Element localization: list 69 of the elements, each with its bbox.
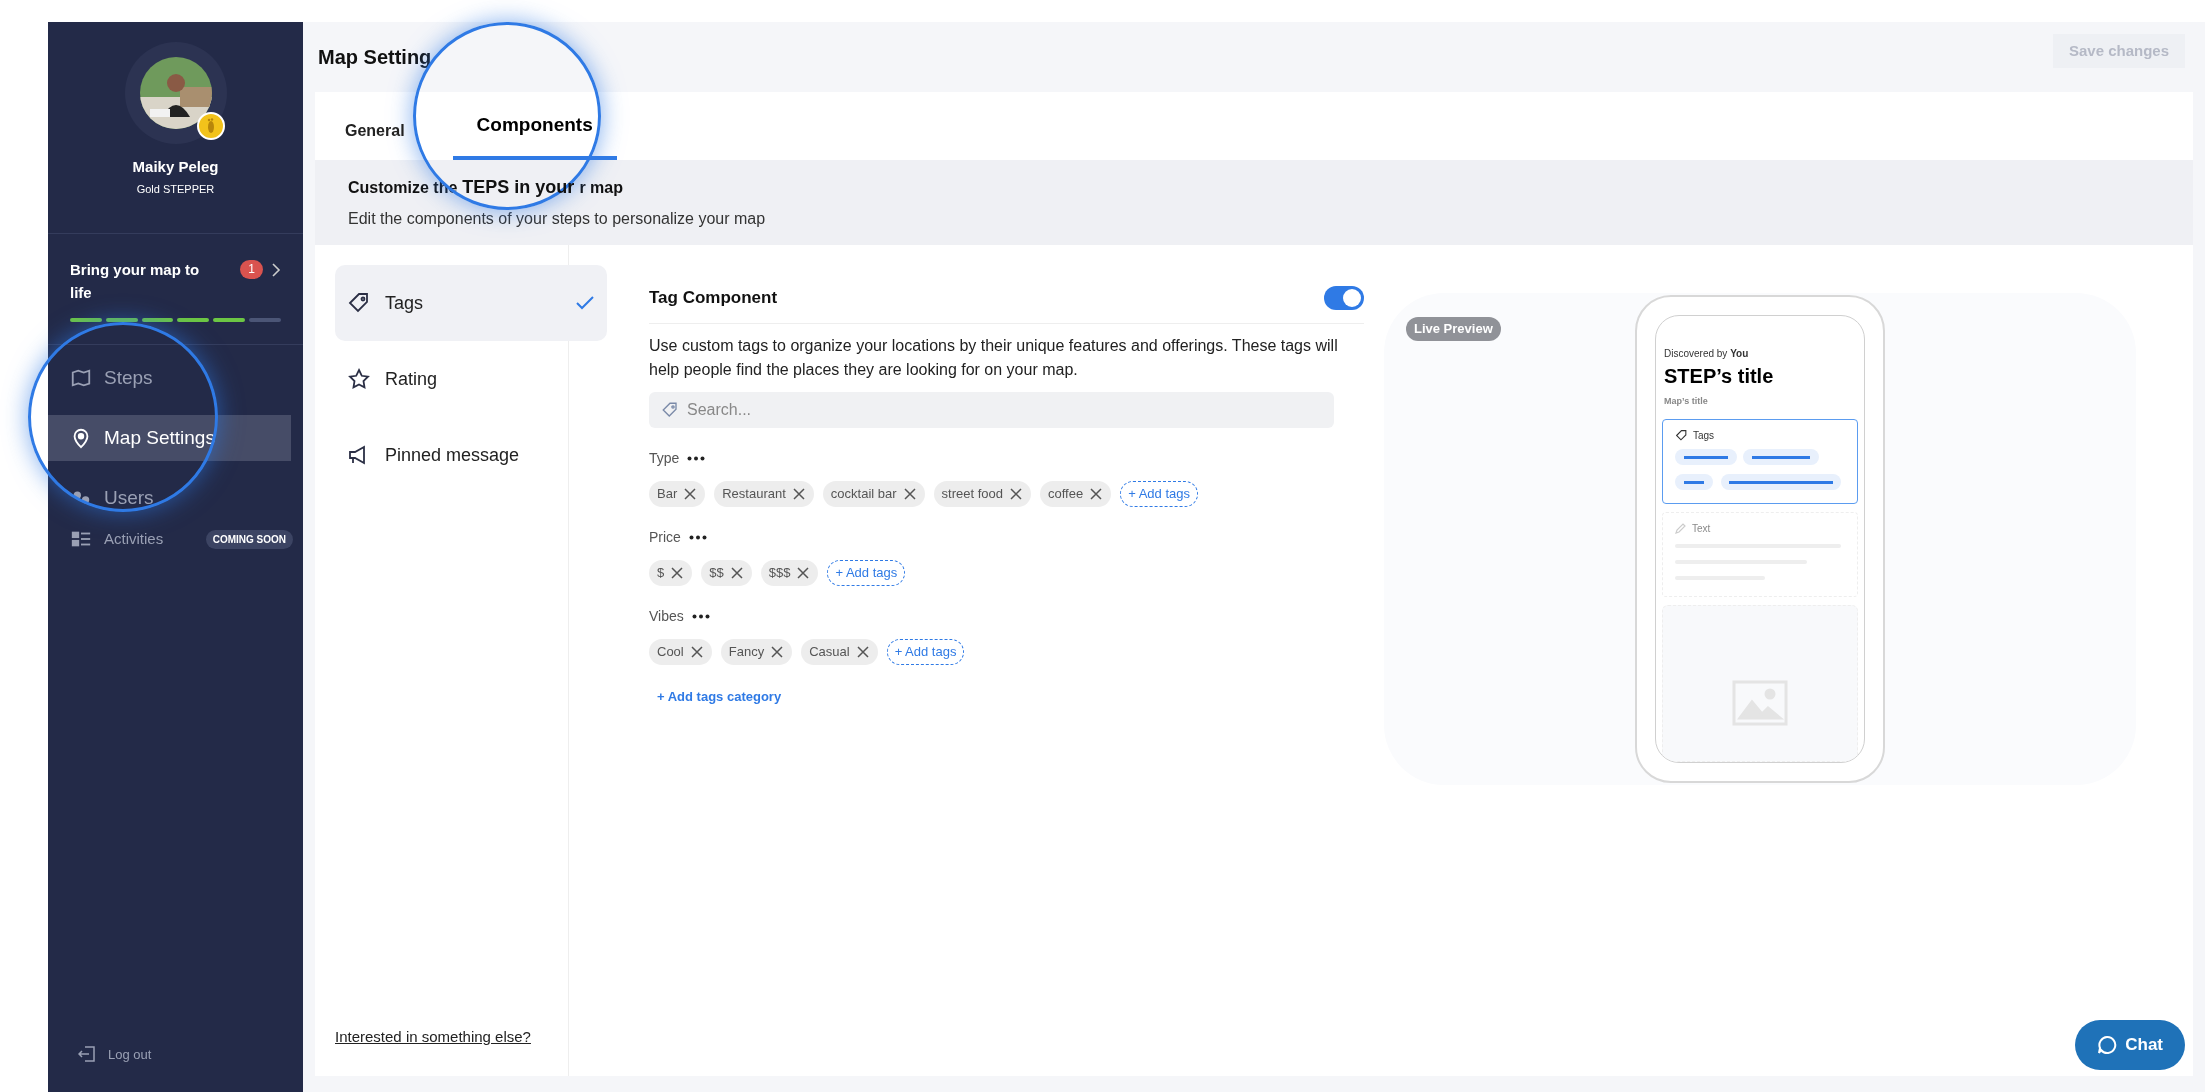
close-icon[interactable] [689, 644, 704, 659]
nav-item[interactable]: Activities COMING SOON [48, 521, 303, 557]
toggle-switch[interactable] [1324, 285, 1364, 310]
close-icon[interactable] [855, 644, 870, 659]
coming-soon-badge: COMING SOON [205, 529, 293, 549]
star-icon [347, 367, 371, 391]
tag-chip[interactable]: cocktail bar [822, 480, 925, 507]
page-title: Map Setting [318, 45, 432, 70]
close-icon[interactable] [729, 565, 744, 580]
tag-chip[interactable]: $ [649, 559, 693, 586]
map-icon [70, 367, 92, 389]
chevron-right-icon [271, 262, 281, 277]
chat-bubble-icon [2097, 1035, 2118, 1055]
tag-chip[interactable]: $$ [701, 559, 752, 586]
promo-title: Bring your map to life [70, 260, 200, 303]
tag-icon [661, 400, 679, 419]
interested-link[interactable]: Interested in something else? [335, 1025, 568, 1048]
component-item[interactable]: Pinned message [335, 417, 607, 493]
logout-link[interactable]: Log out [78, 1044, 303, 1064]
image-icon [1732, 680, 1788, 727]
tag-chip[interactable]: street food [933, 480, 1031, 507]
live-preview-badge: Live Preview [1406, 317, 1501, 341]
user-name: Maiky Peleg [132, 157, 219, 177]
tag-chip[interactable]: Cool [649, 638, 712, 665]
map-title: Map’s title [1663, 395, 1709, 408]
search-field[interactable]: Search... [649, 391, 1334, 428]
count-badge: 1 [240, 260, 263, 279]
tag-icon [347, 291, 371, 315]
close-icon[interactable] [1009, 486, 1023, 501]
more-icon[interactable] [691, 613, 710, 619]
step-title: STEP’s title [1663, 364, 1775, 389]
text-label: Text [1692, 521, 1711, 536]
tab[interactable]: General [345, 102, 405, 160]
tags-label: Tags [1693, 428, 1715, 443]
tag-chip[interactable]: Bar [649, 480, 706, 507]
close-icon[interactable] [670, 565, 685, 580]
promo-card[interactable]: Bring your map to life 1 [48, 234, 303, 345]
more-icon[interactable] [688, 534, 707, 540]
nav-item[interactable]: Steps [48, 355, 303, 401]
close-icon[interactable] [791, 486, 806, 501]
section-heading: r map [579, 178, 623, 198]
tag-chip[interactable]: Restaurant [714, 480, 814, 507]
logout-icon [78, 1045, 96, 1064]
tag-chip[interactable]: coffee [1040, 480, 1112, 507]
component-description: Use custom tags to organize your locations by their unique features and offerings. These tags will help people find the places they are looking for on your map. [649, 335, 1339, 380]
pencil-icon [1675, 522, 1687, 534]
more-icon[interactable] [687, 455, 706, 461]
close-icon[interactable] [770, 644, 785, 659]
component-title: Tag Component [649, 287, 778, 309]
tag-icon [1675, 428, 1688, 442]
discovered-by-text: Discovered by You [1663, 347, 1750, 361]
section-subtitle: Edit the components of your steps to personalize your map [348, 209, 767, 229]
close-icon[interactable] [1089, 486, 1104, 501]
tag-chip[interactable]: $$$ [760, 559, 819, 586]
close-icon[interactable] [796, 565, 811, 580]
close-icon[interactable] [902, 486, 917, 501]
tag-category-label: Type [649, 448, 680, 468]
nav-item[interactable]: Users [48, 475, 303, 521]
chat-button[interactable]: Chat [2075, 1020, 2185, 1070]
tag-category-label: Price [649, 527, 681, 547]
user-level: Gold STEPPER [136, 181, 215, 197]
close-icon[interactable] [683, 486, 698, 501]
add-category-link[interactable]: + Add tags category [657, 686, 782, 706]
tag-chip[interactable]: Fancy [720, 638, 793, 665]
component-item[interactable]: Rating [335, 341, 607, 417]
component-item[interactable]: Tags [335, 265, 607, 341]
tag-category-label: Vibes [649, 606, 684, 626]
checkmark-icon [575, 295, 595, 311]
tag-chip[interactable]: Casual [801, 638, 878, 665]
